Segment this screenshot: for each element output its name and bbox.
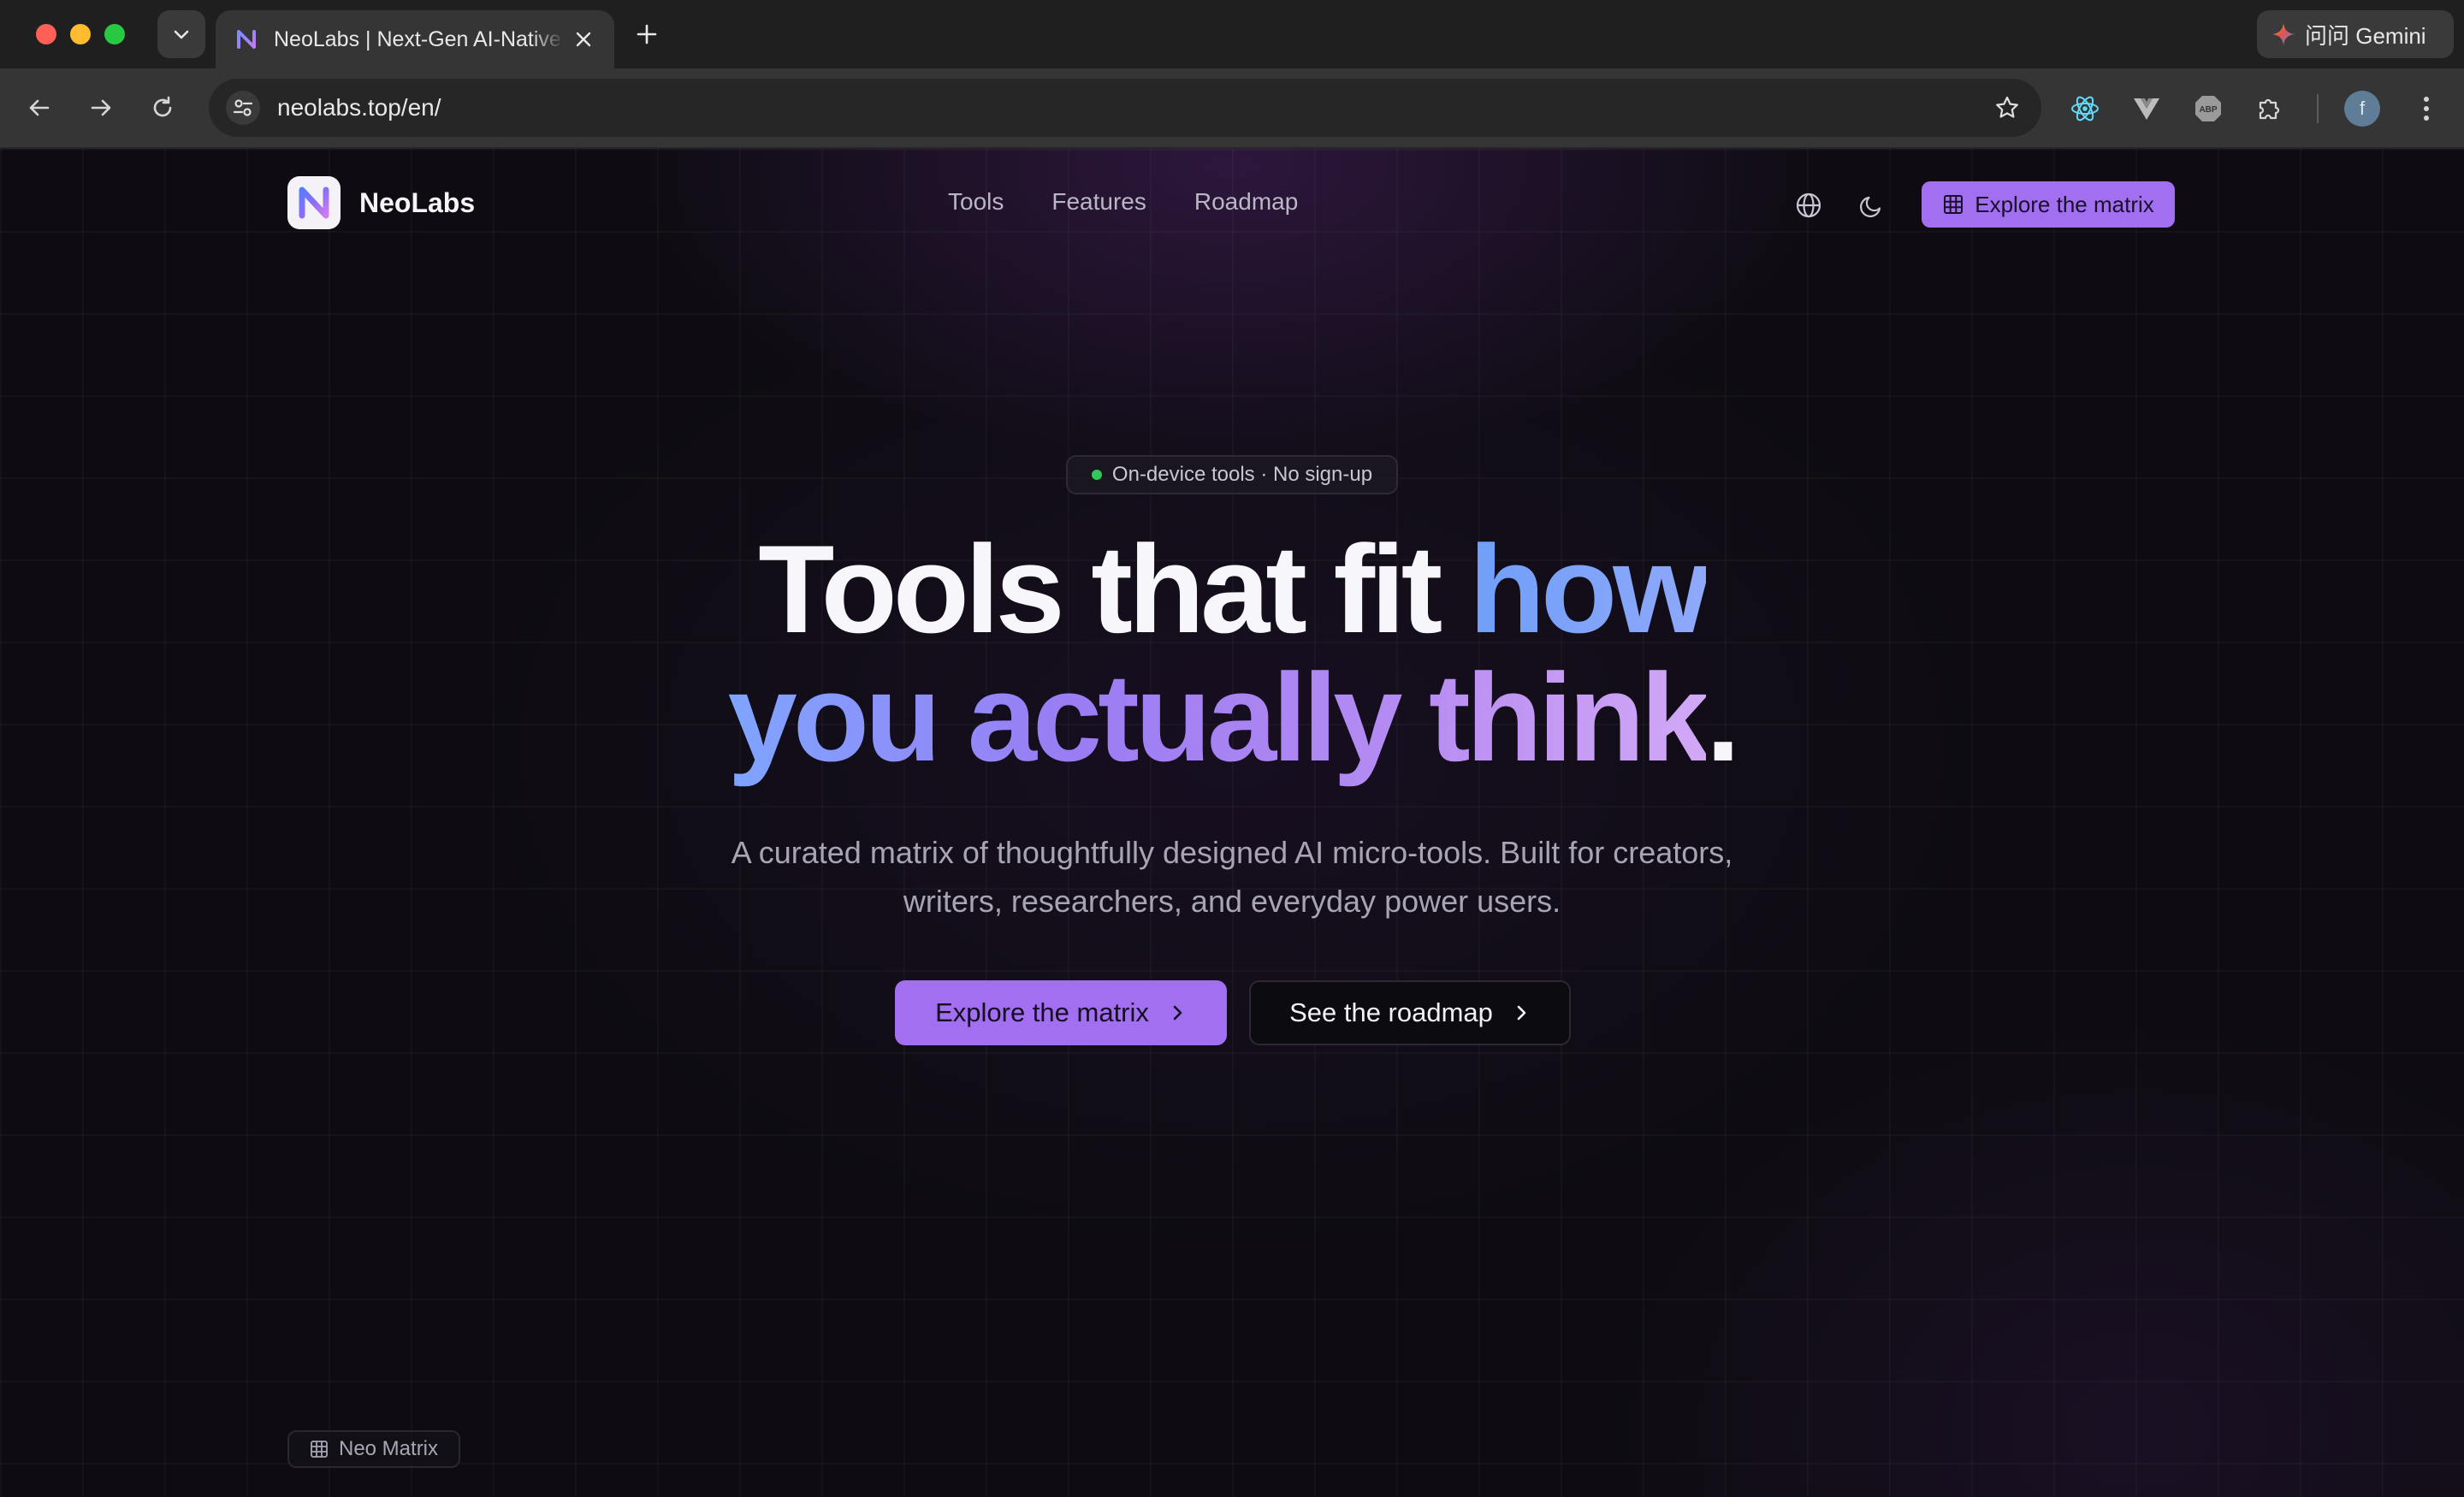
headline-line-2: you actually think.: [0, 654, 2464, 782]
adblock-extension[interactable]: ABP: [2189, 89, 2228, 128]
see-roadmap-button[interactable]: See the roadmap: [1249, 980, 1571, 1045]
profile-avatar[interactable]: f: [2344, 91, 2380, 127]
more-vertical-icon: [2424, 97, 2429, 121]
header-explore-label: Explore the matrix: [1975, 191, 2154, 217]
main-nav: Tools Features Roadmap: [948, 188, 1298, 216]
explore-matrix-button[interactable]: Explore the matrix: [895, 980, 1227, 1045]
status-badge-label: On-device tools · No sign-up: [1111, 463, 1373, 486]
tune-icon: [233, 99, 253, 116]
site-info-button[interactable]: [226, 91, 260, 125]
headline-part-3: you actually think: [727, 648, 1710, 787]
arrow-right-icon: [91, 99, 111, 116]
gemini-button[interactable]: 问问 Gemini: [2257, 10, 2454, 58]
gemini-label: 问问 Gemini: [2305, 22, 2426, 49]
address-bar[interactable]: neolabs.top/en/: [209, 79, 2041, 137]
tab-title: NeoLabs | Next-Gen AI-Native Tools: [274, 27, 565, 51]
grid-icon: [311, 1441, 328, 1458]
headline-part-1: Tools that fit: [758, 519, 1469, 659]
star-icon: [1996, 96, 2018, 118]
new-tab-button[interactable]: [631, 19, 662, 50]
neo-matrix-label: Neo Matrix: [338, 1437, 439, 1460]
neolabs-logo-icon: [287, 176, 341, 229]
extensions-button[interactable]: [2250, 89, 2289, 128]
background-grid: [0, 149, 2464, 1497]
nav-link-tools[interactable]: Tools: [948, 188, 1004, 216]
vue-icon: [2134, 98, 2159, 120]
browser-window: NeoLabs | Next-Gen AI-Native Tools 问问 Ge…: [0, 0, 2464, 1497]
see-roadmap-label: See the roadmap: [1289, 997, 1493, 1027]
brand-name: NeoLabs: [359, 186, 476, 218]
bookmark-button[interactable]: [1990, 91, 2024, 125]
page-viewport: NeoLabs Tools Features Roadmap Explore t…: [0, 149, 2464, 1497]
moon-icon: [1860, 196, 1881, 217]
tab-search-button[interactable]: [157, 10, 205, 58]
grid-icon: [1944, 195, 1964, 214]
subtitle-line-2: writers, researchers, and everyday power…: [903, 884, 1561, 919]
chevron-right-icon: [1517, 1005, 1526, 1021]
status-badge: On-device tools · No sign-up: [1066, 455, 1398, 494]
chevron-down-icon: [174, 30, 189, 39]
nav-link-roadmap[interactable]: Roadmap: [1194, 188, 1298, 216]
arrow-left-icon: [29, 99, 50, 116]
neo-matrix-badge[interactable]: Neo Matrix: [287, 1430, 460, 1468]
browser-menu-button[interactable]: [2409, 89, 2443, 128]
hero-subtitle: A curated matrix of thoughtfully designe…: [667, 828, 1797, 926]
active-tab[interactable]: NeoLabs | Next-Gen AI-Native Tools: [216, 10, 614, 68]
nav-link-features[interactable]: Features: [1051, 188, 1146, 216]
plus-icon: [637, 24, 657, 44]
back-button[interactable]: [19, 87, 60, 128]
subtitle-line-1: A curated matrix of thoughtfully designe…: [731, 835, 1733, 870]
hero-headline: Tools that fit how you actually think.: [0, 525, 2464, 782]
svg-text:ABP: ABP: [2199, 105, 2217, 115]
explore-matrix-label: Explore the matrix: [935, 997, 1149, 1027]
react-devtools-extension[interactable]: [2065, 89, 2105, 128]
language-button[interactable]: [1790, 186, 1827, 224]
puzzle-icon: [2259, 98, 2280, 120]
react-icon: [2071, 96, 2099, 121]
theme-toggle-button[interactable]: [1853, 186, 1891, 224]
headline-part-2: how: [1468, 519, 1710, 659]
status-dot: [1091, 470, 1102, 480]
reload-icon: [153, 96, 172, 117]
gemini-sparkle-icon: [2272, 23, 2295, 45]
site-header: NeoLabs Tools Features Roadmap Explore t…: [0, 149, 2464, 260]
adblock-icon: ABP: [2195, 96, 2221, 121]
minimize-window-button[interactable]: [70, 24, 91, 44]
headline-line-1: Tools that fit how: [0, 525, 2464, 654]
url-text: neolabs.top/en/: [277, 94, 441, 121]
neolabs-favicon-icon: [237, 30, 256, 49]
toolbar-separator: [2317, 94, 2319, 123]
headline-part-4: .: [1705, 648, 1741, 787]
browser-toolbar: neolabs.top/en/ ABP f: [0, 68, 2464, 149]
maximize-window-button[interactable]: [104, 24, 125, 44]
tab-strip: NeoLabs | Next-Gen AI-Native Tools 问问 Ge…: [0, 0, 2464, 68]
forward-button[interactable]: [80, 87, 121, 128]
close-window-button[interactable]: [36, 24, 56, 44]
globe-icon: [1796, 192, 1821, 218]
tab-close-button[interactable]: [572, 27, 595, 51]
chevron-right-icon: [1173, 1005, 1182, 1021]
vue-devtools-extension[interactable]: [2127, 89, 2166, 128]
close-icon: [576, 32, 591, 47]
brand-link[interactable]: NeoLabs: [287, 176, 475, 229]
header-explore-button[interactable]: Explore the matrix: [1922, 181, 2175, 228]
reload-button[interactable]: [142, 87, 183, 128]
